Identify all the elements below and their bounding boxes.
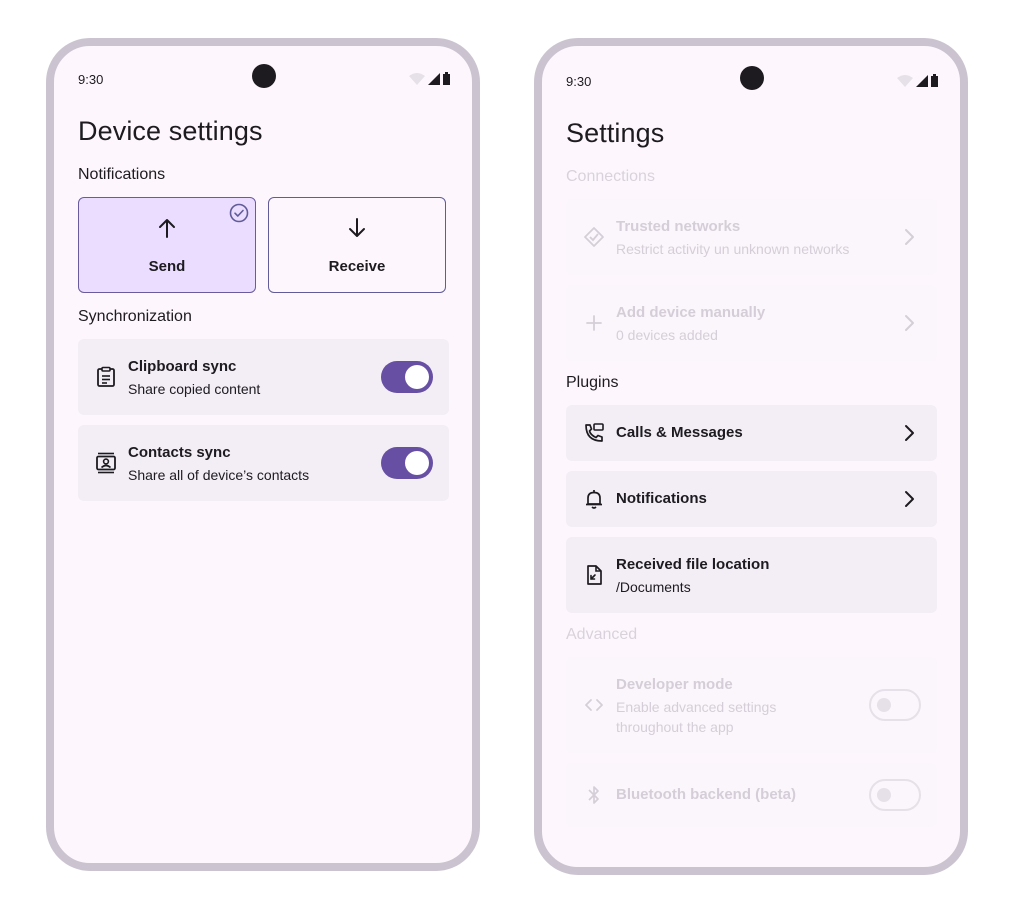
calls-messages-item[interactable]: Calls & Messages [566,405,937,461]
chevron-right-icon [905,315,914,331]
file-location-icon [587,565,602,585]
chevron-right-icon [905,491,914,507]
status-bar: 9:30 [542,46,960,90]
contacts-sync-title: Contacts sync [128,444,231,461]
bluetooth-backend-item[interactable]: Bluetooth backend (beta) [566,763,937,827]
code-icon [585,699,603,711]
receive-segment-button[interactable]: Receive [268,197,446,293]
toggle-knob [877,788,891,802]
device-settings-screen: 9:30 Device settings Notifications Send … [46,38,480,871]
notifications-section-header: Notifications [78,166,166,183]
camera-cutout [252,64,276,88]
clipboard-sync-subtitle: Share copied content [128,381,261,397]
signal-icon [428,73,440,85]
chevron-right-icon [905,425,914,441]
received-file-location-subtitle: /Documents [616,579,691,595]
toggle-knob [405,451,429,475]
advanced-section-header: Advanced [566,626,638,643]
toggle-knob [405,365,429,389]
developer-mode-title: Developer mode [616,676,733,693]
calls-messages-title: Calls & Messages [616,424,743,441]
signal-icon [916,75,928,87]
bluetooth-icon [588,786,599,804]
plus-icon [586,315,602,331]
camera-cutout [740,66,764,90]
send-label: Send [148,258,186,275]
bluetooth-backend-title: Bluetooth backend (beta) [616,786,797,803]
send-segment-button[interactable]: Send [78,197,256,293]
trusted-networks-item[interactable]: Trusted networks Restrict activity un un… [566,199,937,275]
bell-icon [586,490,602,509]
synchronization-section-header: Synchronization [78,308,192,325]
phone-message-icon [585,423,604,442]
add-device-title: Add device manually [616,304,766,321]
wifi-icon [409,73,425,85]
clipboard-icon [97,366,115,387]
settings-screen: 9:30 Settings Connections Trusted networ… [534,38,968,875]
arrow-up-icon [159,219,175,238]
add-device-subtitle: 0 devices added [616,327,718,343]
developer-mode-subtitle-line2: throughout the app [616,719,734,735]
trusted-networks-subtitle: Restrict activity un unknown networks [616,241,850,257]
wifi-icon [897,75,913,87]
notifications-item[interactable]: Notifications [566,471,937,527]
trusted-network-icon [584,227,604,247]
receive-label: Receive [328,258,386,275]
status-time: 9:30 [78,72,104,87]
add-device-manually-item[interactable]: Add device manually 0 devices added [566,285,937,361]
chevron-right-icon [905,229,914,245]
clipboard-sync-item[interactable]: Clipboard sync Share copied content [78,339,449,415]
contacts-icon [96,452,116,474]
page-title: Settings [566,118,665,148]
page-title: Device settings [78,116,263,146]
received-file-location-title: Received file location [616,556,770,573]
clipboard-sync-toggle[interactable] [381,361,433,393]
bluetooth-backend-toggle[interactable] [869,779,921,811]
notifications-title: Notifications [616,490,707,507]
contacts-sync-subtitle: Share all of device’s contacts [128,467,310,483]
status-time: 9:30 [566,74,592,89]
connections-section-header: Connections [566,168,655,185]
developer-mode-toggle[interactable] [869,689,921,721]
plugins-section-header: Plugins [566,374,619,391]
trusted-networks-title: Trusted networks [616,218,741,235]
developer-mode-item[interactable]: Developer mode Enable advanced settings … [566,657,937,753]
developer-mode-subtitle-line1: Enable advanced settings [616,699,777,715]
arrow-down-icon [349,218,365,237]
battery-icon [443,72,450,85]
status-bar: 9:30 [54,46,472,90]
battery-icon [931,74,938,87]
contacts-sync-item[interactable]: Contacts sync Share all of device’s cont… [78,425,449,501]
contacts-sync-toggle[interactable] [381,447,433,479]
clipboard-sync-title: Clipboard sync [128,358,237,375]
toggle-knob [877,698,891,712]
received-file-location-item[interactable]: Received file location /Documents [566,537,937,613]
